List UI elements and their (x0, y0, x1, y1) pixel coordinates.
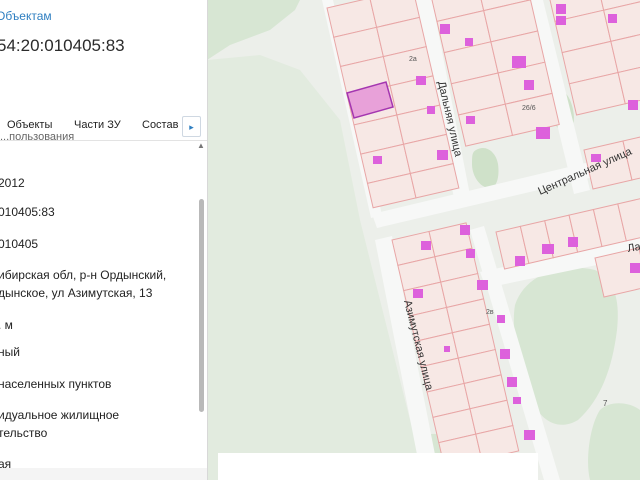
field-cadastral-quarter: 010405 (0, 237, 39, 251)
map-bottom-overlay (218, 453, 538, 480)
truncated-field-label: ...пользования (0, 131, 75, 143)
street-label-la: Ла (626, 241, 640, 255)
field-area: . м (0, 318, 13, 332)
info-panel: Объектам 54:20:010405:83 Объекты Части З… (0, 0, 208, 480)
tab-objects[interactable]: Объекты (7, 119, 52, 131)
scrollbar-thumb[interactable] (199, 199, 204, 412)
field-address-line-1: ибирская обл, р-н Ордынский, (0, 268, 167, 282)
parcel-number-label: 7 (603, 399, 608, 408)
back-to-objects-link[interactable]: Объектам (0, 9, 52, 23)
field-address-line-2: дынское, ул Азимутская, 13 (0, 286, 153, 300)
field-status: ный (0, 345, 20, 359)
cadastral-number-title: 54:20:010405:83 (0, 36, 125, 55)
parcel-number-label: 26/6 (522, 105, 536, 112)
field-permitted-use-line-2: тельство (0, 426, 48, 440)
field-cadastral-number: 010405:83 (0, 205, 55, 219)
field-land-category: населенных пунктов (0, 377, 112, 391)
tab-composition[interactable]: Состав (142, 119, 178, 131)
field-permitted-use-line-1: идуальное жилищное (0, 408, 120, 422)
panel-bottom-strip (0, 468, 207, 480)
scroll-up-arrow-icon[interactable]: ▲ (197, 141, 205, 150)
parcel-number-label: 2a (409, 56, 417, 63)
field-date: 2012 (0, 176, 25, 190)
tab-land-parts[interactable]: Части ЗУ (74, 119, 121, 131)
tabs-next-arrow-icon[interactable]: ▸ (182, 116, 201, 137)
parcel-number-label: 2в (486, 309, 494, 316)
